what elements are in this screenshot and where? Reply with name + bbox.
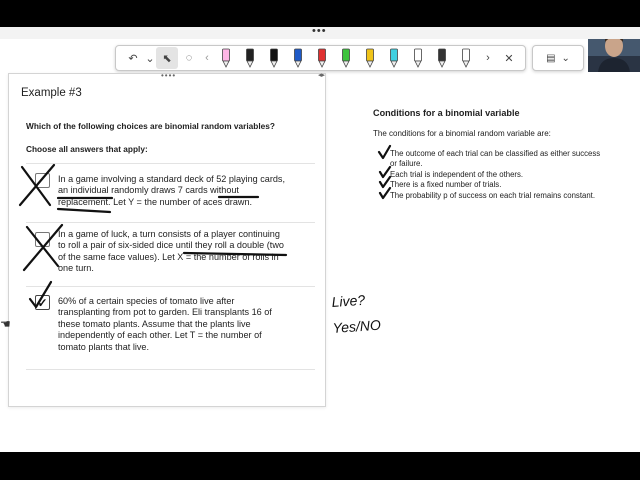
pen-a-black-icon[interactable] bbox=[238, 47, 262, 69]
hand-cursor-icon: ☚ bbox=[0, 317, 11, 331]
condition-line: There is a fixed number of trials. bbox=[390, 180, 502, 189]
choice-line: 60% of a certain species of tomato live … bbox=[58, 296, 235, 306]
choice-line: replacement. Let Y = the number of aces … bbox=[58, 196, 253, 207]
condition-check-mark bbox=[378, 165, 392, 179]
highlighter-pink-icon[interactable] bbox=[214, 47, 238, 69]
condition-item: Each trial is independent of the others. bbox=[390, 170, 523, 180]
undo-menu-icon[interactable]: ⌄ bbox=[144, 47, 156, 69]
instruction-text: Choose all answers that apply: bbox=[26, 144, 148, 154]
pen-blue-icon[interactable] bbox=[286, 47, 310, 69]
pens-scroll-right-icon[interactable]: › bbox=[478, 47, 498, 69]
pen-red-icon[interactable] bbox=[310, 47, 334, 69]
device-selector[interactable]: ▤ ⌄ bbox=[532, 45, 584, 71]
choice-text: 60% of a certain species of tomato live … bbox=[58, 296, 310, 353]
pen-outline-icon[interactable] bbox=[454, 47, 478, 69]
whiteboard-canvas[interactable]: ↶ ⌄ ⬉ ◌ ‹ › ✕ ▤ ⌄ •••• ◂▸ Example #3 Whi… bbox=[0, 39, 640, 452]
conditions-intro: The conditions for a binomial random var… bbox=[373, 129, 551, 138]
question-text: Which of the following choices are binom… bbox=[26, 121, 275, 131]
presenter-video-icon bbox=[588, 39, 640, 72]
choice-line: to roll a pair of six-sided dice until t… bbox=[58, 240, 284, 251]
device-icon: ▤ bbox=[546, 52, 556, 64]
pen-white-icon[interactable] bbox=[406, 47, 430, 69]
condition-item: There is a fixed number of trials. bbox=[390, 180, 501, 190]
pen-dot-black-icon[interactable] bbox=[430, 47, 454, 69]
annotation-yes-no: Yes/NO bbox=[332, 317, 381, 336]
condition-check-mark bbox=[378, 186, 392, 200]
condition-line: or failure. bbox=[390, 159, 423, 169]
choice-line: of the same face values). Let X = the nu… bbox=[58, 251, 279, 262]
choice-checkbox[interactable] bbox=[35, 232, 50, 247]
divider bbox=[26, 222, 315, 223]
conditions-title: Conditions for a binomial variable bbox=[373, 108, 520, 118]
screen: ••• ↶ ⌄ ⬉ ◌ ‹ › ✕ ▤ ⌄ •••• ◂▸ Example #3… bbox=[0, 0, 640, 480]
choice-text: In a game of luck, a turn consists of a … bbox=[58, 229, 310, 275]
panel-resize-icon[interactable]: ◂▸ bbox=[318, 71, 325, 79]
choice-line: an individual randomly draws 7 cards wit… bbox=[58, 185, 239, 196]
choice-checkbox[interactable] bbox=[35, 173, 50, 188]
condition-line: Each trial is independent of the others. bbox=[390, 170, 524, 179]
lasso-icon[interactable]: ◌ bbox=[178, 47, 200, 69]
chevron-down-icon: ⌄ bbox=[561, 52, 570, 64]
condition-item: The outcome of each trial can be classif… bbox=[390, 149, 600, 170]
pen-palette bbox=[214, 47, 478, 69]
pen-yellow-icon[interactable] bbox=[358, 47, 382, 69]
choice-line: these tomato plants. Assume that the pla… bbox=[58, 318, 251, 329]
more-options-icon[interactable]: ••• bbox=[312, 25, 327, 37]
question-panel: •••• ◂▸ Example #3 Which of the followin… bbox=[8, 71, 327, 407]
pen-green-icon[interactable] bbox=[334, 47, 358, 69]
choice-checkbox-checked[interactable]: ✓ bbox=[35, 295, 50, 310]
choice-line: In a game involving a standard deck of 5… bbox=[58, 174, 285, 184]
example-title: Example #3 bbox=[21, 87, 82, 99]
webcam-overlay bbox=[588, 39, 640, 72]
choice-item[interactable]: In a game involving a standard deck of 5… bbox=[26, 165, 315, 221]
panel-header: •••• ◂▸ bbox=[9, 71, 327, 80]
condition-check-mark bbox=[378, 175, 392, 189]
undo-icon[interactable]: ↶ bbox=[122, 47, 144, 69]
divider bbox=[26, 369, 315, 370]
window-top-bar: ••• bbox=[0, 25, 640, 39]
condition-line: The outcome of each trial can be classif… bbox=[390, 149, 601, 158]
condition-line: The probability p of success on each tri… bbox=[390, 191, 595, 200]
select-pointer-icon[interactable]: ⬉ bbox=[156, 47, 178, 69]
condition-check-mark bbox=[377, 144, 392, 160]
choice-line: one turn. bbox=[58, 263, 94, 274]
choice-line: In a game of luck, a turn consists of a … bbox=[58, 229, 280, 239]
divider bbox=[26, 163, 315, 164]
drawing-toolbar: ↶ ⌄ ⬉ ◌ ‹ › ✕ bbox=[115, 45, 526, 71]
choice-line: independently of each other. Let T = the… bbox=[58, 330, 262, 341]
choice-line: tomato plants that live. bbox=[58, 341, 149, 352]
divider bbox=[26, 286, 315, 287]
drag-handle-icon[interactable]: •••• bbox=[161, 71, 176, 80]
choice-line: transplanting from pot to garden. Eli tr… bbox=[58, 307, 272, 318]
choice-text: In a game involving a standard deck of 5… bbox=[58, 174, 310, 208]
close-toolbar-icon[interactable]: ✕ bbox=[498, 47, 520, 69]
condition-item: The probability p of success on each tri… bbox=[390, 191, 595, 201]
pen-black-icon[interactable] bbox=[262, 47, 286, 69]
choice-item[interactable]: ✓ 60% of a certain species of tomato liv… bbox=[26, 288, 315, 368]
pens-scroll-left-icon[interactable]: ‹ bbox=[200, 47, 214, 69]
choice-item[interactable]: In a game of luck, a turn consists of a … bbox=[26, 224, 315, 282]
pen-cyan-icon[interactable] bbox=[382, 47, 406, 69]
annotation-live-question: Live? bbox=[331, 292, 366, 310]
